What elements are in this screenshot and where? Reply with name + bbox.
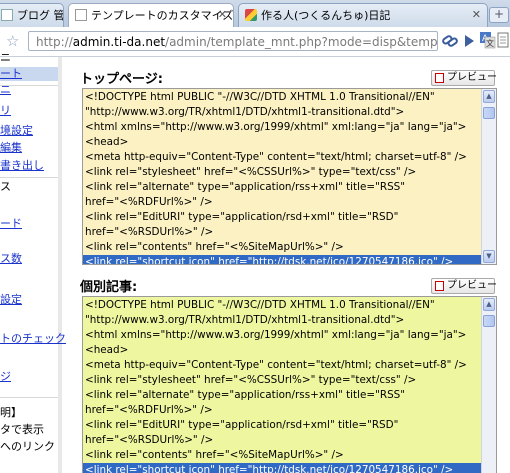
sidebar-note: タで表示 [0, 423, 44, 436]
tab-tsukurunchu-diary[interactable]: 作る人(つくるんちゅ)日記 ✕ [238, 3, 488, 27]
template-textarea-top-page[interactable]: <!DOCTYPE html PUBLIC "-//W3C//DTD XHTML… [82, 88, 497, 265]
code-line: <link rel="contents" href="<%SiteMapUrl%… [85, 449, 344, 461]
code-line: <!DOCTYPE html PUBLIC "-//W3C//DTD XHTML… [85, 91, 435, 103]
code-line: <link rel="contents" href="<%SiteMapUrl%… [85, 241, 344, 253]
code-line: <meta http-equiv="Content-Type" content=… [85, 151, 467, 163]
code-line-selected: <link rel="shortcut icon" href="http://t… [83, 463, 481, 473]
code-line: <link rel="alternate" type="application/… [85, 181, 406, 193]
code-line: <link rel="EditURI" type="application/rs… [85, 211, 399, 223]
sidebar-item: ニ [0, 51, 11, 64]
sidebar-note: 明】 [0, 406, 22, 419]
section-label-entry: 個別記事: [80, 280, 138, 295]
template-textarea-entry[interactable]: <!DOCTYPE html PUBLIC "-//W3C//DTD XHTML… [82, 296, 497, 473]
address-bar[interactable]: http://admin.ti-da.net/admin/template_mn… [28, 31, 438, 51]
code-line: "http://www.w3.org/TR/xhtml1/DTD/xhtml1-… [85, 106, 405, 118]
sidebar-item[interactable]: ニ [0, 83, 11, 97]
code-line: <html xmlns="http://www.w3.org/1999/xhtm… [85, 121, 467, 133]
scroll-thumb[interactable] [483, 107, 495, 119]
scroll-down-icon[interactable]: ▼ [483, 250, 495, 263]
code-lines: <!DOCTYPE html PUBLIC "-//W3C//DTD XHTML… [83, 298, 481, 473]
divider [0, 177, 58, 178]
sidebar-item[interactable]: リ [0, 104, 11, 118]
new-tab-button[interactable]: + [489, 7, 509, 23]
code-line: href="<%RDFUrl%>" /> [85, 196, 213, 208]
sidebar-note: へのリンク [0, 440, 55, 453]
code-line: href="<%RDFUrl%>" /> [85, 404, 213, 416]
translate-icon[interactable]: A 文 [480, 31, 496, 49]
sidebar-item-settings[interactable]: 設定 [0, 293, 22, 307]
preview-button[interactable]: プレビュー [431, 70, 497, 86]
code-line: href="<%RSDUrl%>" /> [85, 226, 214, 238]
document-icon [435, 73, 444, 83]
code-line: href="<%RSDUrl%>" /> [85, 434, 214, 446]
tab-title: テンプレートのカスタマイズ [て… [91, 9, 234, 22]
code-line: <link rel="alternate" type="application/… [85, 389, 406, 401]
code-line: <!DOCTYPE html PUBLIC "-//W3C//DTD XHTML… [85, 299, 435, 311]
vertical-scrollbar[interactable]: ▲ [481, 297, 496, 473]
page-icon [1, 9, 13, 21]
code-line: <link rel="EditURI" type="application/rs… [85, 419, 399, 431]
tab-strip: ブログ 管… テンプレートのカスタマイズ [て… ✕ 作る人(つくるんちゅ)日記… [0, 0, 510, 28]
sidebar-item-environment-settings[interactable]: 境設定 [0, 124, 33, 138]
sidebar-item-template[interactable]: ート [0, 67, 58, 81]
url-text: http://admin.ti-da.net/admin/template_mn… [36, 35, 438, 49]
document-icon [75, 9, 87, 21]
tab-title: ブログ 管… [17, 9, 64, 22]
code-line: <html xmlns="http://www.w3.org/1999/xhtm… [85, 329, 467, 341]
admin-sidebar: ニ ート ニ リ 境設定 編集 書き出し ス ード ス数 設定 トのチェック ジ… [0, 51, 66, 473]
code-line: "http://www.w3.org/TR/xhtml1/DTD/xhtml1-… [85, 314, 405, 326]
code-lines: <!DOCTYPE html PUBLIC "-//W3C//DTD XHTML… [83, 90, 481, 264]
document-icon [435, 281, 444, 291]
scroll-thumb[interactable] [483, 315, 495, 327]
close-icon[interactable]: ✕ [472, 8, 481, 21]
bookmark-star-icon[interactable]: ☆ [6, 32, 19, 50]
tab-template-customize[interactable]: テンプレートのカスタマイズ [て… ✕ [68, 3, 234, 28]
blog-favicon-icon [245, 9, 257, 21]
sidebar-item-page[interactable]: ジ [0, 370, 11, 384]
scroll-up-icon[interactable]: ▲ [483, 298, 495, 311]
section-label-top-page: トップページ: [80, 72, 163, 87]
svg-text:文: 文 [486, 38, 494, 48]
sidebar-item-export[interactable]: 書き出し [0, 159, 44, 173]
close-icon[interactable]: ✕ [218, 8, 227, 21]
sidebar-item: ス [0, 180, 11, 193]
sidebar-item-password[interactable]: ード [0, 217, 22, 231]
code-line: <head> [85, 136, 129, 148]
sidebar-item-site-check[interactable]: トのチェック [0, 332, 66, 346]
link-icon[interactable] [442, 32, 458, 50]
divider [0, 397, 58, 398]
tab-blog-admin[interactable]: ブログ 管… [0, 3, 64, 27]
browser-toolbar: ☆ http://admin.ti-da.net/admin/template_… [0, 27, 510, 57]
code-line: <link rel="stylesheet" href="<%CSSUrl%>"… [85, 374, 417, 386]
sidebar-border [58, 57, 62, 473]
code-line-selected: <link rel="shortcut icon" href="http://t… [83, 255, 481, 264]
code-line: <link rel="stylesheet" href="<%CSSUrl%>"… [85, 166, 417, 178]
code-line: <head> [85, 344, 129, 356]
preview-button[interactable]: プレビュー [431, 278, 497, 294]
code-line: <meta http-equiv="Content-Type" content=… [85, 359, 467, 371]
tab-title: 作る人(つくるんちゅ)日記 [261, 9, 391, 22]
page-menu-icon[interactable] [497, 32, 510, 50]
play-icon[interactable] [462, 33, 476, 51]
sidebar-item-edit[interactable]: 編集 [0, 141, 22, 155]
scroll-up-icon[interactable]: ▲ [483, 90, 495, 103]
vertical-scrollbar[interactable]: ▲ ▼ [481, 89, 496, 264]
sidebar-item-access-count[interactable]: ス数 [0, 252, 22, 266]
